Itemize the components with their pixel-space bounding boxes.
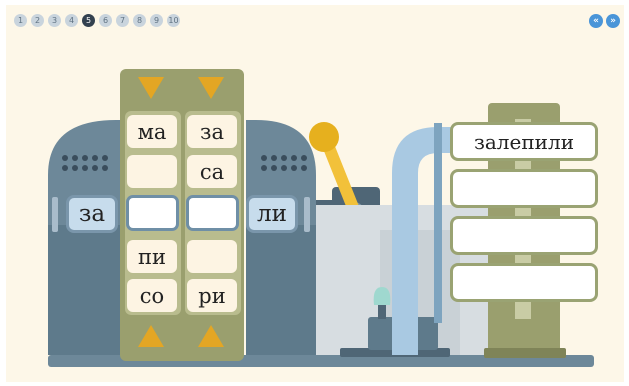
right-reel-selected-slot: [186, 195, 239, 231]
suffix-syllable: ли: [246, 195, 298, 233]
result-word-slot-4: [450, 263, 598, 302]
right-reel-syllable: ри: [187, 279, 237, 312]
left-reel-down-arrow-icon[interactable]: [138, 77, 164, 99]
left-reel-selected-slot: [126, 195, 179, 231]
left-reel-syllable: ма: [127, 115, 177, 148]
result-word-slot-2: [450, 169, 598, 208]
game-stage: 1 2 3 4 5 6 7 8 9 10 « » ма пи со за са …: [6, 5, 624, 382]
result-word-slot-3: [450, 216, 598, 255]
left-reel-syllable: [127, 155, 177, 188]
left-reel-syllable: пи: [127, 240, 177, 273]
right-reel-syllable: [187, 240, 237, 273]
left-reel-up-arrow-icon[interactable]: [138, 325, 164, 347]
right-reel-down-arrow-icon[interactable]: [198, 77, 224, 99]
result-word-slot-1: залепили: [450, 122, 598, 161]
right-reel-syllable: за: [187, 115, 237, 148]
right-reel-syllable: са: [187, 155, 237, 188]
prefix-syllable: за: [66, 195, 118, 233]
left-vent-dots: [62, 155, 108, 171]
right-vent-dots: [261, 155, 307, 171]
right-reel-up-arrow-icon[interactable]: [198, 325, 224, 347]
left-reel-syllable: со: [127, 279, 177, 312]
